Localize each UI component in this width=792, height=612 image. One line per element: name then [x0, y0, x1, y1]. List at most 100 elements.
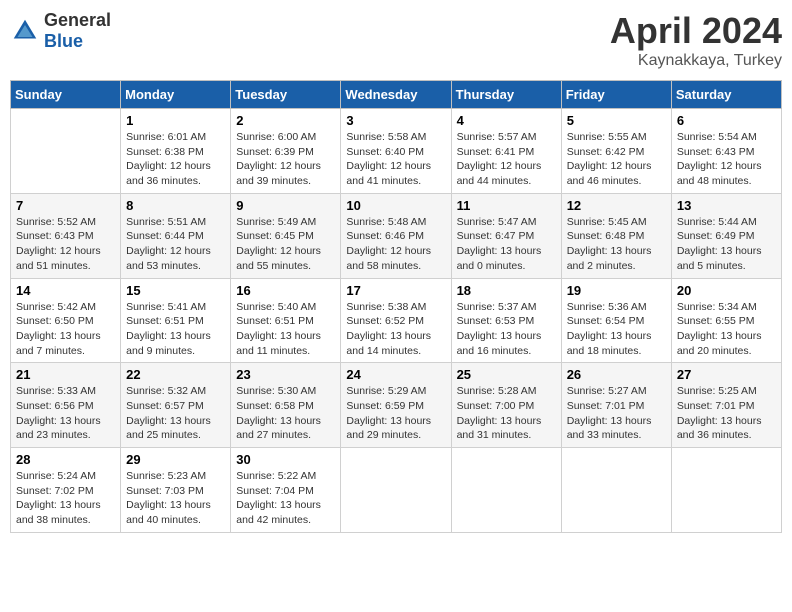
day-info: Sunrise: 5:55 AM Sunset: 6:42 PM Dayligh…	[567, 130, 666, 189]
calendar-cell	[561, 448, 671, 533]
calendar-cell: 25 Sunrise: 5:28 AM Sunset: 7:00 PM Dayli…	[451, 363, 561, 448]
day-info: Sunrise: 5:37 AM Sunset: 6:53 PM Dayligh…	[457, 300, 556, 359]
logo-icon	[10, 16, 40, 46]
day-info: Sunrise: 5:47 AM Sunset: 6:47 PM Dayligh…	[457, 215, 556, 274]
calendar-cell: 30Sunrise: 5:22 AM Sunset: 7:04 PM Dayli…	[231, 448, 341, 533]
day-number: 20	[677, 283, 776, 298]
day-number: 12	[567, 198, 666, 213]
logo-blue: Blue	[44, 31, 111, 52]
day-number: 8	[126, 198, 225, 213]
day-info: Sunrise: 5:40 AM Sunset: 6:51 PM Dayligh…	[236, 300, 335, 359]
day-info: Sunrise: 5:28 AM Sunset: 7:00 PM Dayligh…	[457, 384, 556, 443]
day-number: 11	[457, 198, 556, 213]
calendar-cell	[671, 448, 781, 533]
calendar-cell: 15Sunrise: 5:41 AM Sunset: 6:51 PM Dayli…	[121, 278, 231, 363]
month-title: April 2024	[610, 10, 782, 52]
day-number: 26	[567, 367, 666, 382]
day-number: 17	[346, 283, 445, 298]
calendar-cell: 28 Sunrise: 5:24 AM Sunset: 7:02 PM Dayli…	[11, 448, 121, 533]
calendar-cell: 22 Sunrise: 5:32 AM Sunset: 6:57 PM Dayli…	[121, 363, 231, 448]
day-number: 16	[236, 283, 335, 298]
calendar-cell	[11, 109, 121, 194]
calendar-table: SundayMondayTuesdayWednesdayThursdayFrid…	[10, 80, 782, 533]
calendar-cell: 21 Sunrise: 5:33 AM Sunset: 6:56 PM Dayli…	[11, 363, 121, 448]
calendar-cell: 27 Sunrise: 5:25 AM Sunset: 7:01 PM Dayli…	[671, 363, 781, 448]
calendar-week-row: 7Sunrise: 5:52 AM Sunset: 6:43 PM Daylig…	[11, 193, 782, 278]
day-number: 2	[236, 113, 335, 128]
day-info: Sunrise: 6:01 AM Sunset: 6:38 PM Dayligh…	[126, 130, 225, 189]
weekday-header: Thursday	[451, 81, 561, 109]
calendar-cell: 5 Sunrise: 5:55 AM Sunset: 6:42 PM Daylig…	[561, 109, 671, 194]
day-number: 3	[346, 113, 445, 128]
calendar-cell	[341, 448, 451, 533]
day-number: 28	[16, 452, 115, 467]
weekday-header: Wednesday	[341, 81, 451, 109]
day-info: Sunrise: 5:24 AM Sunset: 7:02 PM Dayligh…	[16, 469, 115, 528]
day-number: 21	[16, 367, 115, 382]
calendar-cell: 20 Sunrise: 5:34 AM Sunset: 6:55 PM Dayli…	[671, 278, 781, 363]
day-number: 22	[126, 367, 225, 382]
title-block: April 2024 Kaynakkaya, Turkey	[610, 10, 782, 70]
calendar-cell: 14 Sunrise: 5:42 AM Sunset: 6:50 PM Dayli…	[11, 278, 121, 363]
calendar-cell: 19Sunrise: 5:36 AM Sunset: 6:54 PM Dayli…	[561, 278, 671, 363]
day-info: Sunrise: 5:34 AM Sunset: 6:55 PM Dayligh…	[677, 300, 776, 359]
weekday-header: Sunday	[11, 81, 121, 109]
calendar-cell: 4Sunrise: 5:57 AM Sunset: 6:41 PM Daylig…	[451, 109, 561, 194]
day-info: Sunrise: 5:51 AM Sunset: 6:44 PM Dayligh…	[126, 215, 225, 274]
day-info: Sunrise: 5:30 AM Sunset: 6:58 PM Dayligh…	[236, 384, 335, 443]
day-info: Sunrise: 5:33 AM Sunset: 6:56 PM Dayligh…	[16, 384, 115, 443]
calendar-cell: 6 Sunrise: 5:54 AM Sunset: 6:43 PM Daylig…	[671, 109, 781, 194]
calendar-cell: 24 Sunrise: 5:29 AM Sunset: 6:59 PM Dayli…	[341, 363, 451, 448]
day-info: Sunrise: 5:25 AM Sunset: 7:01 PM Dayligh…	[677, 384, 776, 443]
calendar-cell: 2Sunrise: 6:00 AM Sunset: 6:39 PM Daylig…	[231, 109, 341, 194]
weekday-header-row: SundayMondayTuesdayWednesdayThursdayFrid…	[11, 81, 782, 109]
location: Kaynakkaya, Turkey	[610, 52, 782, 70]
day-number: 13	[677, 198, 776, 213]
weekday-header: Friday	[561, 81, 671, 109]
logo: General Blue	[10, 10, 111, 52]
day-info: Sunrise: 5:27 AM Sunset: 7:01 PM Dayligh…	[567, 384, 666, 443]
day-info: Sunrise: 5:38 AM Sunset: 6:52 PM Dayligh…	[346, 300, 445, 359]
calendar-cell: 23Sunrise: 5:30 AM Sunset: 6:58 PM Dayli…	[231, 363, 341, 448]
calendar-cell: 16 Sunrise: 5:40 AM Sunset: 6:51 PM Dayli…	[231, 278, 341, 363]
day-info: Sunrise: 5:45 AM Sunset: 6:48 PM Dayligh…	[567, 215, 666, 274]
weekday-header: Saturday	[671, 81, 781, 109]
calendar-cell: 18 Sunrise: 5:37 AM Sunset: 6:53 PM Dayli…	[451, 278, 561, 363]
day-info: Sunrise: 5:42 AM Sunset: 6:50 PM Dayligh…	[16, 300, 115, 359]
day-info: Sunrise: 5:32 AM Sunset: 6:57 PM Dayligh…	[126, 384, 225, 443]
calendar-cell: 12 Sunrise: 5:45 AM Sunset: 6:48 PM Dayli…	[561, 193, 671, 278]
day-number: 25	[457, 367, 556, 382]
day-info: Sunrise: 5:54 AM Sunset: 6:43 PM Dayligh…	[677, 130, 776, 189]
calendar-week-row: 21 Sunrise: 5:33 AM Sunset: 6:56 PM Dayli…	[11, 363, 782, 448]
calendar-week-row: 14 Sunrise: 5:42 AM Sunset: 6:50 PM Dayli…	[11, 278, 782, 363]
day-number: 1	[126, 113, 225, 128]
day-number: 6	[677, 113, 776, 128]
day-info: Sunrise: 5:41 AM Sunset: 6:51 PM Dayligh…	[126, 300, 225, 359]
calendar-cell: 9Sunrise: 5:49 AM Sunset: 6:45 PM Daylig…	[231, 193, 341, 278]
calendar-cell: 13 Sunrise: 5:44 AM Sunset: 6:49 PM Dayli…	[671, 193, 781, 278]
day-info: Sunrise: 5:57 AM Sunset: 6:41 PM Dayligh…	[457, 130, 556, 189]
calendar-cell: 1 Sunrise: 6:01 AM Sunset: 6:38 PM Daylig…	[121, 109, 231, 194]
day-number: 14	[16, 283, 115, 298]
day-number: 19	[567, 283, 666, 298]
day-info: Sunrise: 5:44 AM Sunset: 6:49 PM Dayligh…	[677, 215, 776, 274]
day-number: 7	[16, 198, 115, 213]
weekday-header: Tuesday	[231, 81, 341, 109]
day-info: Sunrise: 5:23 AM Sunset: 7:03 PM Dayligh…	[126, 469, 225, 528]
calendar-cell: 10 Sunrise: 5:48 AM Sunset: 6:46 PM Dayli…	[341, 193, 451, 278]
day-info: Sunrise: 5:29 AM Sunset: 6:59 PM Dayligh…	[346, 384, 445, 443]
day-number: 18	[457, 283, 556, 298]
day-info: Sunrise: 5:48 AM Sunset: 6:46 PM Dayligh…	[346, 215, 445, 274]
calendar-cell: 7Sunrise: 5:52 AM Sunset: 6:43 PM Daylig…	[11, 193, 121, 278]
day-number: 5	[567, 113, 666, 128]
day-number: 30	[236, 452, 335, 467]
day-number: 27	[677, 367, 776, 382]
weekday-header: Monday	[121, 81, 231, 109]
day-number: 10	[346, 198, 445, 213]
calendar-cell: 17 Sunrise: 5:38 AM Sunset: 6:52 PM Dayli…	[341, 278, 451, 363]
day-number: 24	[346, 367, 445, 382]
day-number: 9	[236, 198, 335, 213]
calendar-cell: 3Sunrise: 5:58 AM Sunset: 6:40 PM Daylig…	[341, 109, 451, 194]
calendar-cell	[451, 448, 561, 533]
calendar-week-row: 1 Sunrise: 6:01 AM Sunset: 6:38 PM Daylig…	[11, 109, 782, 194]
